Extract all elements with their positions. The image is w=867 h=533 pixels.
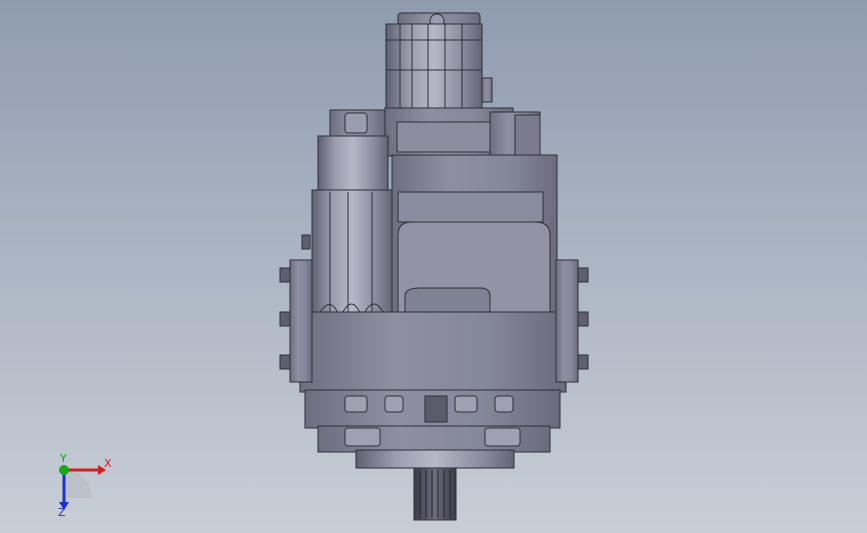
left-cylinder bbox=[317, 135, 389, 197]
y-axis-label: Y bbox=[59, 452, 67, 465]
x-axis-label: X bbox=[104, 457, 112, 470]
graphics-viewport[interactable]: X Y Z bbox=[0, 0, 867, 533]
y-axis-dot bbox=[59, 465, 69, 475]
hydraulic-pump-model[interactable] bbox=[0, 0, 867, 533]
orientation-triad[interactable]: X Y Z bbox=[40, 450, 120, 520]
z-axis-label: Z bbox=[58, 506, 66, 519]
lower-body bbox=[299, 311, 567, 393]
bottom-plate bbox=[355, 449, 515, 469]
